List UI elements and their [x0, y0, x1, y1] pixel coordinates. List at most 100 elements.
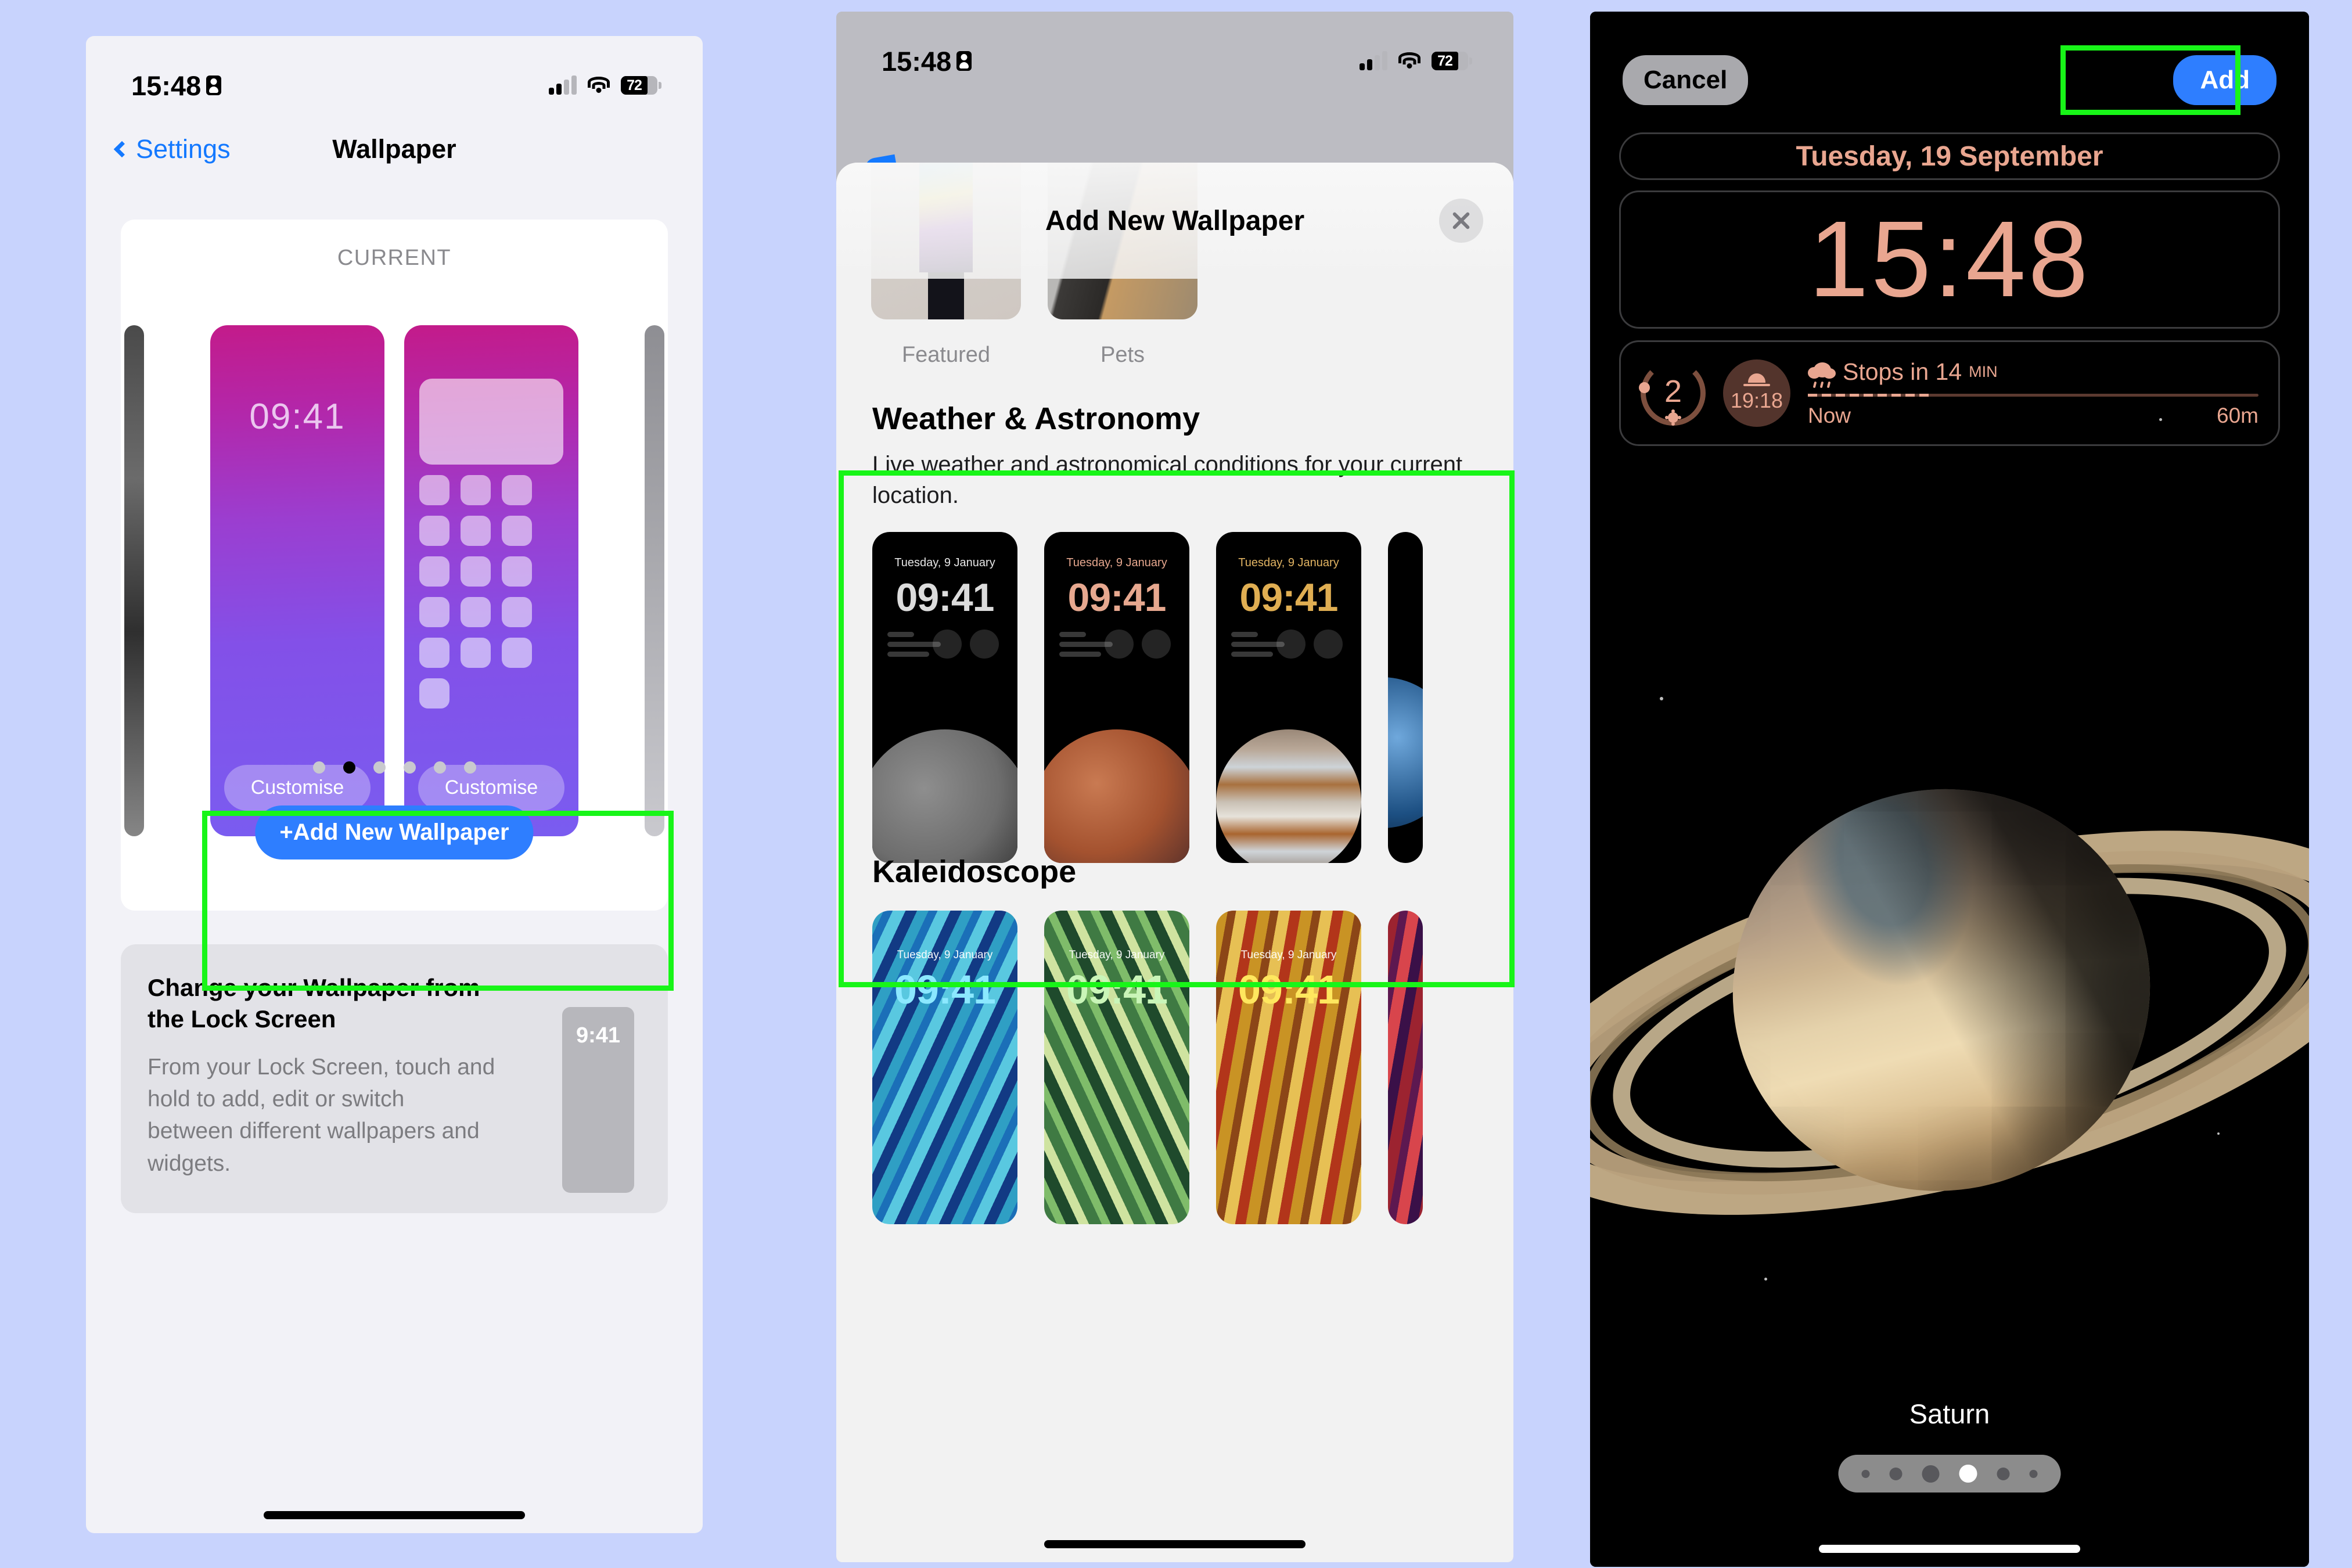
moon-graphic: [872, 729, 1017, 863]
thumb-time: 09:41: [1238, 967, 1340, 1012]
page-dot[interactable]: [403, 761, 416, 774]
phone-panel-wallpaper-settings: 15:48 72 Settings Wallpaper CURRENT 09:4…: [86, 36, 703, 1533]
add-wallpaper-sheet: Featured Pets Add New Wallpaper Weather …: [836, 163, 1513, 1562]
thumb-date: Tuesday, 9 January: [897, 949, 993, 961]
tip-title: Change your Wallpaper from the Lock Scre…: [148, 974, 480, 1033]
wifi-icon: [1398, 52, 1421, 70]
status-bar: 15:48 72: [86, 36, 703, 117]
lock-screen-date[interactable]: Tuesday, 19 September: [1619, 132, 2280, 180]
page-dot-active[interactable]: [343, 761, 355, 774]
home-screen-preview[interactable]: Customise: [404, 325, 578, 836]
preview-action-bar: Cancel Add: [1590, 45, 2309, 115]
uv-index-widget[interactable]: 2: [1639, 361, 1706, 426]
thumb-widget-row: [887, 629, 1002, 662]
navigation-bar: Settings Wallpaper: [86, 117, 703, 181]
astronomy-thumb-row: Tuesday, 9 January 09:41 Tuesday, 9 Janu…: [836, 531, 1513, 863]
battery-level: 72: [627, 77, 642, 93]
add-new-wallpaper-button[interactable]: +Add New Wallpaper: [255, 805, 534, 859]
status-bar-time-group: 15:48: [882, 45, 972, 77]
wallpaper-thumb-kaleidoscope-peek[interactable]: [1388, 911, 1423, 1224]
page-dot[interactable]: [433, 761, 446, 774]
screen-record-icon: [206, 75, 222, 95]
screenshot-stage: 15:48 72 Settings Wallpaper CURRENT 09:4…: [0, 0, 2352, 1568]
kaleidoscope-thumb-row: Tuesday, 9 January 09:41 Tuesday, 9 Janu…: [836, 911, 1513, 1224]
battery-icon: 72: [621, 76, 661, 95]
page-dot[interactable]: [1922, 1465, 1940, 1483]
rain-timeline-labels: Now 60m: [1808, 404, 2259, 428]
thumb-time: 09:41: [1239, 575, 1339, 620]
wallpaper-page-dots[interactable]: [1838, 1455, 2061, 1493]
add-button[interactable]: Add: [2173, 55, 2277, 105]
page-dot[interactable]: [1997, 1467, 2010, 1480]
back-to-settings-button[interactable]: Settings: [113, 134, 231, 164]
uv-index-value: 2: [1664, 374, 1682, 409]
photo-category-labels: Featured Pets: [836, 343, 1513, 368]
mars-graphic: [1044, 729, 1189, 863]
page-dot[interactable]: [2029, 1469, 2038, 1478]
wallpaper-page-dots[interactable]: [121, 761, 668, 774]
battery-level: 72: [1437, 52, 1453, 69]
rain-status-text: Stops in 14: [1843, 358, 1962, 385]
wallpaper-thumb-kaleidoscope-green[interactable]: Tuesday, 9 January 09:41: [1044, 911, 1189, 1224]
status-bar-indicators: 72: [1360, 51, 1472, 70]
wallpaper-name-label: Saturn: [1909, 1398, 1990, 1429]
sunset-time: 19:18: [1730, 389, 1783, 412]
thumb-date: Tuesday, 9 January: [1238, 556, 1339, 569]
rain-cloud-icon: [1808, 362, 1836, 388]
sunset-widget[interactable]: 19:18: [1723, 359, 1790, 427]
cancel-button[interactable]: Cancel: [1623, 55, 1749, 105]
status-bar-time: 15:48: [882, 45, 952, 77]
thumb-date: Tuesday, 9 January: [1069, 949, 1165, 961]
wallpaper-thumb-kaleidoscope-gold[interactable]: Tuesday, 9 January 09:41: [1216, 911, 1361, 1224]
section-subtitle: Live weather and astronomical conditions…: [872, 452, 1463, 508]
section-title: Weather & Astronomy: [872, 401, 1200, 436]
wallpaper-thumb-moon[interactable]: Tuesday, 9 January 09:41: [872, 531, 1017, 863]
lock-screen-widget-row[interactable]: 2 19:18 Stops in 14 MIN Now 60m: [1619, 340, 2280, 446]
sun-icon: [1668, 412, 1678, 423]
status-bar-time: 15:48: [131, 70, 202, 101]
sheet-title: Add New Wallpaper: [1045, 205, 1305, 236]
thumb-date: Tuesday, 9 January: [1240, 949, 1337, 961]
page-dot[interactable]: [463, 761, 476, 774]
thumb-time: 09:41: [1067, 575, 1167, 620]
thumb-date: Tuesday, 9 January: [1066, 556, 1167, 569]
close-icon[interactable]: [1439, 199, 1483, 243]
rain-status-row: Stops in 14 MIN: [1808, 358, 2259, 388]
page-dot[interactable]: [1889, 1467, 1903, 1480]
home-indicator: [264, 1511, 525, 1519]
wifi-icon: [587, 77, 610, 94]
wallpaper-thumb-jupiter[interactable]: Tuesday, 9 January 09:41: [1216, 531, 1361, 863]
home-icon-grid: [419, 379, 563, 709]
tip-body: From your Lock Screen, touch and hold to…: [148, 1054, 495, 1176]
wallpaper-pair: 09:41 Customise Customise: [121, 325, 668, 836]
page-dot[interactable]: [1861, 1469, 1870, 1478]
cellular-signal-icon: [549, 75, 577, 95]
widget-placeholder: [419, 379, 563, 465]
screen-record-icon: [956, 51, 972, 71]
thumb-time: 09:41: [896, 575, 995, 620]
battery-icon: 72: [1432, 52, 1472, 70]
thumb-widget-row: [1059, 629, 1174, 662]
lock-screen-tip-card: Change your Wallpaper from the Lock Scre…: [121, 944, 668, 1213]
tip-thumbnail: 9:41: [562, 1007, 634, 1193]
page-dot[interactable]: [312, 761, 325, 774]
lock-screen-clock[interactable]: 15:48: [1619, 190, 2280, 329]
status-bar-indicators: 72: [549, 75, 661, 95]
rain-end-label: 60m: [2217, 404, 2259, 427]
wallpaper-thumb-kaleidoscope-blue[interactable]: Tuesday, 9 January 09:41: [872, 911, 1017, 1224]
current-wallpaper-card: CURRENT 09:41 Customise Customise +Add N…: [121, 220, 668, 911]
page-dot-active[interactable]: [1959, 1465, 1977, 1483]
current-section-label: CURRENT: [337, 246, 452, 270]
wallpaper-thumb-next-peek[interactable]: [1388, 531, 1423, 863]
thumb-time: 09:41: [894, 967, 996, 1012]
wallpaper-thumb-mars[interactable]: Tuesday, 9 January 09:41: [1044, 531, 1189, 863]
lock-clock-time: 15:48: [1808, 199, 2091, 319]
rain-start-label: Now: [1808, 404, 1851, 427]
home-indicator: [1819, 1545, 2080, 1553]
page-dot[interactable]: [373, 761, 386, 774]
rain-timeline-bar: [1808, 394, 2259, 397]
rainfall-widget[interactable]: Stops in 14 MIN Now 60m: [1808, 358, 2259, 428]
status-bar: 15:48 72: [836, 12, 1513, 93]
lock-screen-preview[interactable]: 09:41 Customise: [210, 325, 384, 836]
jupiter-graphic: [1216, 729, 1361, 863]
